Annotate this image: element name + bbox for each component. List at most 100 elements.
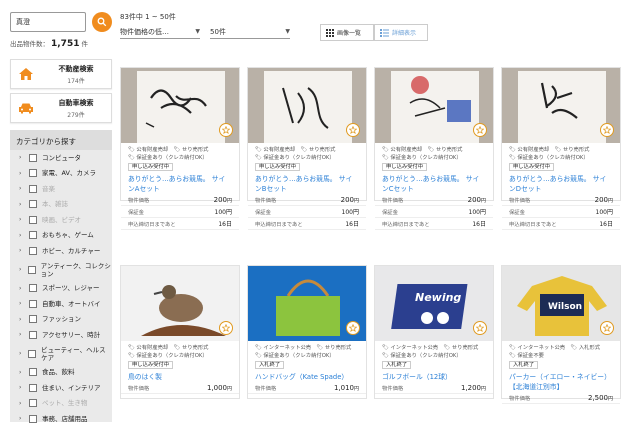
chevron-down-icon: ▼ [285,28,290,35]
item-photo[interactable] [248,68,366,143]
category-checkbox[interactable] [29,330,37,339]
search-bar [10,12,112,32]
car-icon [19,103,33,114]
category-checkbox[interactable] [29,184,37,193]
category-item[interactable]: › 事務、店舗用品 [10,411,112,427]
car-count: 279件 [67,111,85,119]
category-checkbox[interactable] [29,315,37,324]
deadline-value: 16日 [599,221,613,228]
status-badge: 入札終了 [382,361,412,369]
item-card[interactable]: Newing 🏷 インターネット公売 🏷 せり売形式 🏷 保証金あり（クレカ納付OK… [374,265,494,399]
item-title[interactable]: ゴルフボール（12球） [375,369,493,382]
deposit-tag: 保証金あり（クレカ納付OK） [390,155,462,161]
category-item[interactable]: › 本、雑誌 [10,197,112,213]
deadline-label: 申込締切日まであと [509,221,557,228]
item-photo[interactable] [375,68,493,143]
category-checkbox[interactable] [29,246,37,255]
sort-select[interactable]: 物件価格の低… ▼ [120,25,200,39]
item-title[interactable]: ありがとう…あらお競馬。 サインAセット [121,171,239,194]
category-checkbox[interactable] [29,169,37,178]
category-checkbox[interactable] [28,349,37,358]
category-item[interactable]: › 食品、飲料 [10,365,112,381]
per-page-select[interactable]: 50件 ▼ [210,25,290,39]
sale-type-tag: 公有財産売却 [263,147,296,153]
category-item[interactable]: › 映画、ビデオ [10,212,112,228]
item-photo[interactable] [248,266,366,341]
category-item[interactable]: › ファッション [10,312,112,328]
deadline-row: 申込締切日まであと 16日 [375,218,493,230]
real-estate-search-card[interactable]: 不動産検索 174件 [10,59,112,89]
deadline-label: 申込締切日まであと [128,221,176,228]
item-card[interactable]: 🏷 公有財産売却 🏷 せり売形式 🏷 保証金あり（クレカ納付OK） 申し込み受付中あ… [501,67,621,230]
item-photo[interactable]: Wilson [502,266,620,341]
category-checkbox[interactable] [29,215,37,224]
favorite-button[interactable] [600,123,614,137]
price-label: 物件価格 [128,385,150,392]
category-checkbox[interactable] [29,200,37,209]
search-button[interactable] [92,12,112,32]
item-title[interactable]: パーカー（イエロー・ネイビー）【北海道江別市】 [502,369,620,392]
favorite-button[interactable] [219,123,233,137]
category-checkbox[interactable] [29,284,37,293]
category-checkbox[interactable] [29,299,37,308]
category-checkbox[interactable] [29,383,37,392]
item-title[interactable]: 鳥のはく製 [121,369,239,382]
category-checkbox[interactable] [29,368,37,377]
category-label: 自動車、オートバイ [42,299,101,308]
item-photo[interactable] [121,266,239,341]
category-item[interactable]: › ビューティー、ヘルスケア [10,343,112,365]
favorite-button[interactable] [473,123,487,137]
item-card[interactable]: 🏷 公有財産売却 🏷 せり売形式 🏷 保証金あり（クレカ納付OK） 申し込み受付中あ… [120,67,240,230]
item-card[interactable]: 🏷 公有財産売却 🏷 せり売形式 🏷 保証金あり（クレカ納付OK） 申し込み受付中鳥… [120,265,240,399]
category-item[interactable]: › 音楽 [10,181,112,197]
favorite-button[interactable] [600,321,614,335]
item-card[interactable]: Wilson 🏷 インターネット公売 🏷 入札形式 🏷 保証金不要 入札終了 パーカー（… [501,265,621,404]
chevron-down-icon: ▼ [195,28,200,35]
item-tags: 🏷 公有財産売却 🏷 せり売形式 🏷 保証金あり（クレカ納付OK） [121,341,239,360]
category-checkbox[interactable] [27,265,36,274]
real-estate-count: 174件 [67,77,85,85]
item-card[interactable]: 🏷 インターネット公売 🏷 せり売形式 🏷 保証金あり（クレカ納付OK） 入札終了ハ… [247,265,367,399]
category-item[interactable]: › アンティーク、コレクション [10,259,112,281]
category-label: 家電、AV、カメラ [42,169,96,178]
item-title[interactable]: ありがとう…あらお競馬。 サインBセット [248,171,366,194]
car-search-card[interactable]: 自動車検索 279件 [10,93,112,123]
status-badge: 申し込み受付中 [382,163,428,171]
category-checkbox[interactable] [29,231,37,240]
deposit-tag: 保証金あり（クレカ納付OK） [263,353,335,359]
image-list-view-button[interactable]: 画像一覧 [320,24,374,41]
status-badge: 入札終了 [255,361,285,369]
deposit-label: 保証金 [128,209,144,216]
category-checkbox[interactable] [29,153,37,162]
category-item[interactable]: › ペット、生き物 [10,396,112,412]
favorite-button[interactable] [219,321,233,335]
category-item[interactable]: › ホビー、カルチャー [10,243,112,259]
category-item[interactable]: › アクセサリー、時計 [10,327,112,343]
category-checkbox[interactable] [29,399,37,408]
favorite-button[interactable] [473,321,487,335]
item-photo[interactable]: Newing [375,266,493,341]
favorite-button[interactable] [346,321,360,335]
deposit-tag: 保証金不要 [517,353,544,359]
item-title[interactable]: ハンドバッグ（Kate Spade） [248,369,366,382]
item-title[interactable]: ありがとう…あらお競馬。 サインDセット [502,171,620,194]
item-card[interactable]: 🏷 公有財産売却 🏷 せり売形式 🏷 保証金あり（クレカ納付OK） 申し込み受付中あ… [374,67,494,230]
category-item[interactable]: › スポーツ、レジャー [10,281,112,297]
category-item[interactable]: › コンピュータ [10,150,112,166]
category-item[interactable]: › 住まい、インテリア [10,380,112,396]
item-title[interactable]: ありがとう…あらお競馬。 サインCセット [375,171,493,194]
category-item[interactable]: › おもちゃ、ゲーム [10,228,112,244]
status-badge: 申し込み受付中 [128,361,174,369]
tag-icon: 🏷 [554,147,562,153]
item-photo[interactable] [502,68,620,143]
search-input[interactable] [10,12,86,32]
category-item[interactable]: › 家電、AV、カメラ [10,166,112,182]
category-label: コンピュータ [42,153,81,162]
detail-view-button[interactable]: 詳細表示 [374,24,428,41]
chevron-right-icon: › [19,415,22,423]
item-card[interactable]: 🏷 公有財産売却 🏷 せり売形式 🏷 保証金あり（クレカ納付OK） 申し込み受付中あ… [247,67,367,230]
category-item[interactable]: › 自動車、オートバイ [10,296,112,312]
favorite-button[interactable] [346,123,360,137]
deadline-row: 申込締切日まであと 16日 [248,218,366,230]
item-photo[interactable] [121,68,239,143]
